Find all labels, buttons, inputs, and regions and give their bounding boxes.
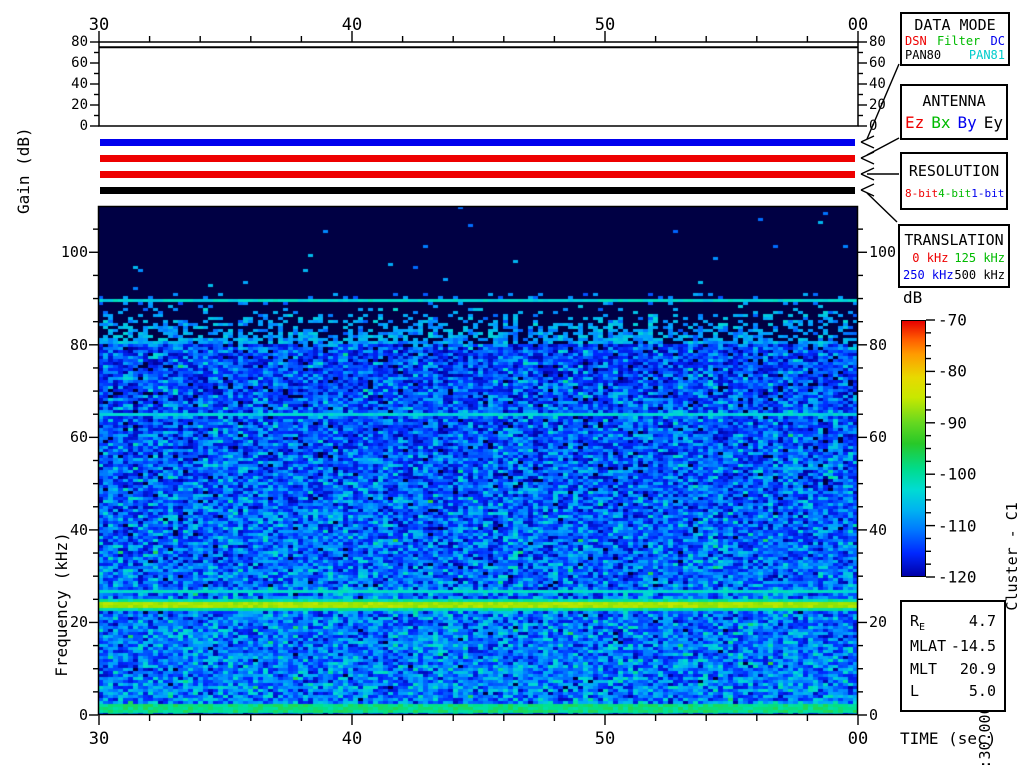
resolution-1bit: 1-bit [971,187,1004,200]
mlat-row: MLAT -14.5 [910,637,996,655]
resolution-row: 8-bit 4-bit 1-bit [905,187,1003,200]
antenna-row: Ez Bx By Ey [905,113,1003,132]
data-mode-row-1: DSN Filter DC [905,34,1005,48]
freq-ytick-label-right: 20 [869,613,887,631]
freq-ytick-label-right: 0 [869,706,878,724]
antenna-bx: Bx [931,113,950,132]
gain-ytick-label-right: 80 [869,34,886,50]
freq-ytick-label: 0 [79,706,88,724]
gain-axis-title: Gain (dB) [14,127,33,214]
freq-ytick-label-right: 80 [869,336,887,354]
time-bottom-tick-label: 00 [848,729,868,749]
spacecraft-label: Cluster - C1 [1003,502,1021,610]
mlt-label: MLT [910,660,937,678]
colorbar-tick-label: -120 [938,568,977,587]
gain-ytick-label-right: 0 [869,118,877,134]
data-mode-row-2: PAN80 PAN81 [905,48,1005,62]
time-bottom-tick-label: 40 [342,729,362,749]
freq-ytick-label-right: 40 [869,521,887,539]
antenna-bar [100,155,855,162]
freq-ytick-label: 60 [70,428,88,446]
gain-ytick-label: 0 [80,118,88,134]
data-mode-dc: DC [991,34,1005,48]
colorbar-tick-label: -80 [938,362,967,381]
gain-ytick-label: 20 [71,97,88,113]
time-top-tick-label: 00 [848,15,868,35]
antenna-by: By [957,113,976,132]
gain-ytick-label-right: 20 [869,97,886,113]
mlat-label: MLAT [910,637,946,655]
resolution-title: RESOLUTION [909,162,999,180]
gain-ytick-label: 80 [71,34,88,50]
translation-title: TRANSLATION [904,231,1003,249]
translation-row-1: 0 kHz 125 kHz [903,251,1005,265]
time-top-tick-label: 50 [595,15,615,35]
freq-ytick-label: 80 [70,336,88,354]
resolution-8bit: 8-bit [905,187,938,200]
mlat-value: -14.5 [951,637,996,655]
freq-ytick-label-right: 100 [869,243,896,261]
time-axis-title: TIME (sec) [900,729,996,748]
colorbar-title: dB [903,288,922,307]
translation-bar [100,187,855,194]
time-top-tick-label: 40 [342,15,362,35]
data-mode-filter: Filter [937,34,980,48]
translation-500khz: 500 kHz [954,268,1005,282]
colorbar [901,320,926,577]
colorbar-tick-label: -90 [938,413,967,432]
resolution-4bit: 4-bit [938,187,971,200]
data-mode-dsn: DSN [905,34,927,48]
resolution-bar [100,171,855,178]
re-row: RE 4.7 [910,612,996,633]
data-mode-title: DATA MODE [914,16,995,34]
wbd-plot-window: Gain (dB) Frequency (kHz) DATA MODE DSN … [0,0,1024,768]
antenna-ez: Ez [905,113,924,132]
frequency-axis-title: Frequency (kHz) [52,532,71,677]
colorbar-tick-label: -70 [938,311,967,330]
gain-ytick-label: 40 [71,76,88,92]
resolution-box: RESOLUTION 8-bit 4-bit 1-bit [900,152,1008,210]
freq-ytick-label: 20 [70,613,88,631]
data-mode-pan81: PAN81 [969,48,1005,62]
antenna-title: ANTENNA [922,92,985,110]
data-mode-bar [100,139,855,146]
gain-ytick-label: 60 [71,55,88,71]
colorbar-tick-label: -100 [938,465,977,484]
antenna-box: ANTENNA Ez Bx By Ey [900,84,1008,140]
mlt-row: MLT 20.9 [910,660,996,678]
translation-125khz: 125 kHz [954,251,1005,265]
translation-0khz: 0 kHz [912,251,948,265]
l-value: 5.0 [969,682,996,700]
antenna-ey: Ey [984,113,1003,132]
gain-ytick-label-right: 60 [869,55,886,71]
re-value: 4.7 [969,612,996,633]
mlt-value: 20.9 [960,660,996,678]
freq-ytick-label: 100 [61,243,88,261]
data-mode-pan80: PAN80 [905,48,941,62]
re-label: RE [910,612,925,633]
time-bottom-tick-label: 30 [89,729,109,749]
translation-box: TRANSLATION 0 kHz 125 kHz 250 kHz 500 kH… [898,224,1010,288]
freq-ytick-label-right: 60 [869,428,887,446]
freq-ytick-label: 40 [70,521,88,539]
data-mode-box: DATA MODE DSN Filter DC PAN80 PAN81 [900,12,1010,66]
spectrogram-heatmap[interactable] [98,206,858,715]
translation-row-2: 250 kHz 500 kHz [903,268,1005,282]
colorbar-tick-label: -110 [938,516,977,535]
time-top-tick-label: 30 [89,15,109,35]
gain-ytick-label-right: 40 [869,76,886,92]
l-row: L 5.0 [910,682,996,700]
translation-250khz: 250 kHz [903,268,954,282]
orbit-info-box: RE 4.7 MLAT -14.5 MLT 20.9 L 5.0 [900,600,1006,712]
l-label: L [910,682,919,700]
time-bottom-tick-label: 50 [595,729,615,749]
